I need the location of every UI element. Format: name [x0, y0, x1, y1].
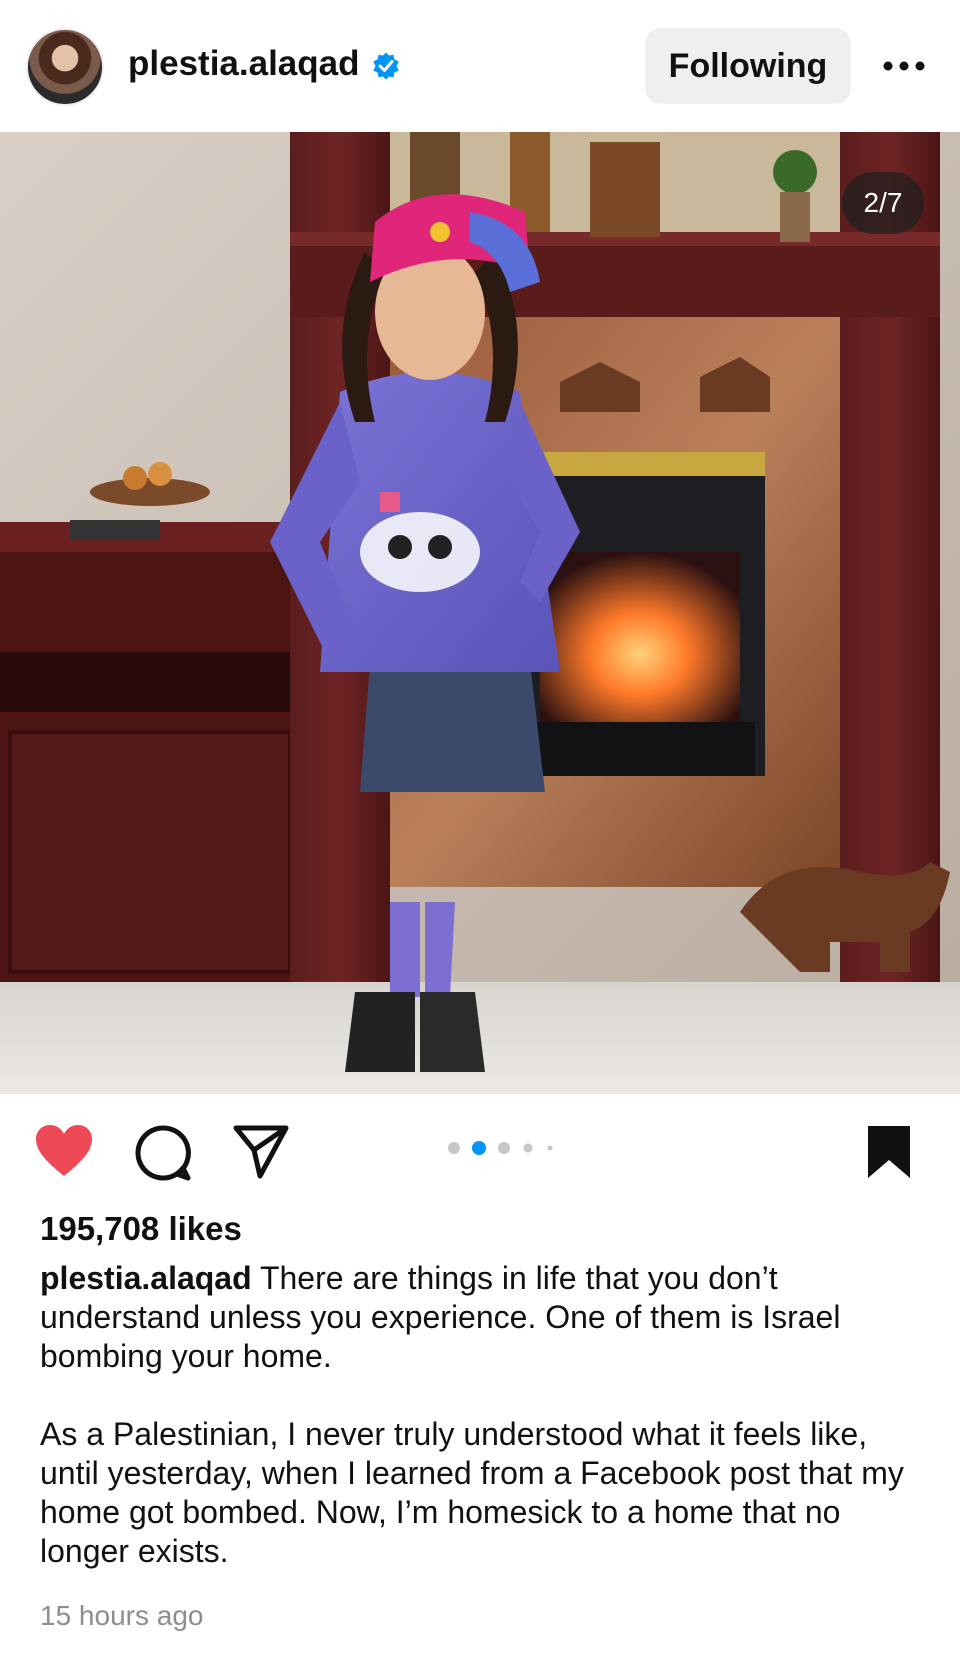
- comment-icon[interactable]: [134, 1124, 192, 1182]
- post-header: plestia.alaqad Following: [0, 0, 960, 132]
- carousel-dot: [523, 1143, 533, 1153]
- caption-paragraph-1: plestia.alaqad There are things in life …: [40, 1259, 920, 1376]
- caption-username[interactable]: plestia.alaqad: [40, 1260, 252, 1296]
- heart-filled-icon[interactable]: [34, 1124, 94, 1178]
- header-username[interactable]: plestia.alaqad: [128, 44, 359, 84]
- post-caption: plestia.alaqad There are things in life …: [40, 1259, 920, 1571]
- carousel-dot: [448, 1142, 460, 1154]
- carousel-dot: [547, 1145, 553, 1151]
- post-timestamp: 15 hours ago: [40, 1600, 204, 1631]
- send-icon[interactable]: [232, 1124, 290, 1180]
- following-button[interactable]: Following: [645, 28, 851, 104]
- post-image[interactable]: [0, 132, 960, 1094]
- image-counter: 2/7: [842, 172, 924, 234]
- verified-badge-icon: [373, 52, 399, 80]
- avatar[interactable]: [26, 28, 104, 106]
- carousel-dot-active: [472, 1141, 486, 1155]
- bookmark-filled-icon[interactable]: [866, 1124, 912, 1180]
- post-photo-illustration: [0, 132, 960, 1094]
- caption-paragraph-2: As a Palestinian, I never truly understo…: [40, 1416, 904, 1569]
- more-horizontal-icon[interactable]: [880, 48, 930, 84]
- likes-count[interactable]: 195,708 likes: [40, 1210, 242, 1248]
- carousel-dots: [448, 1141, 553, 1155]
- carousel-dot: [498, 1142, 510, 1154]
